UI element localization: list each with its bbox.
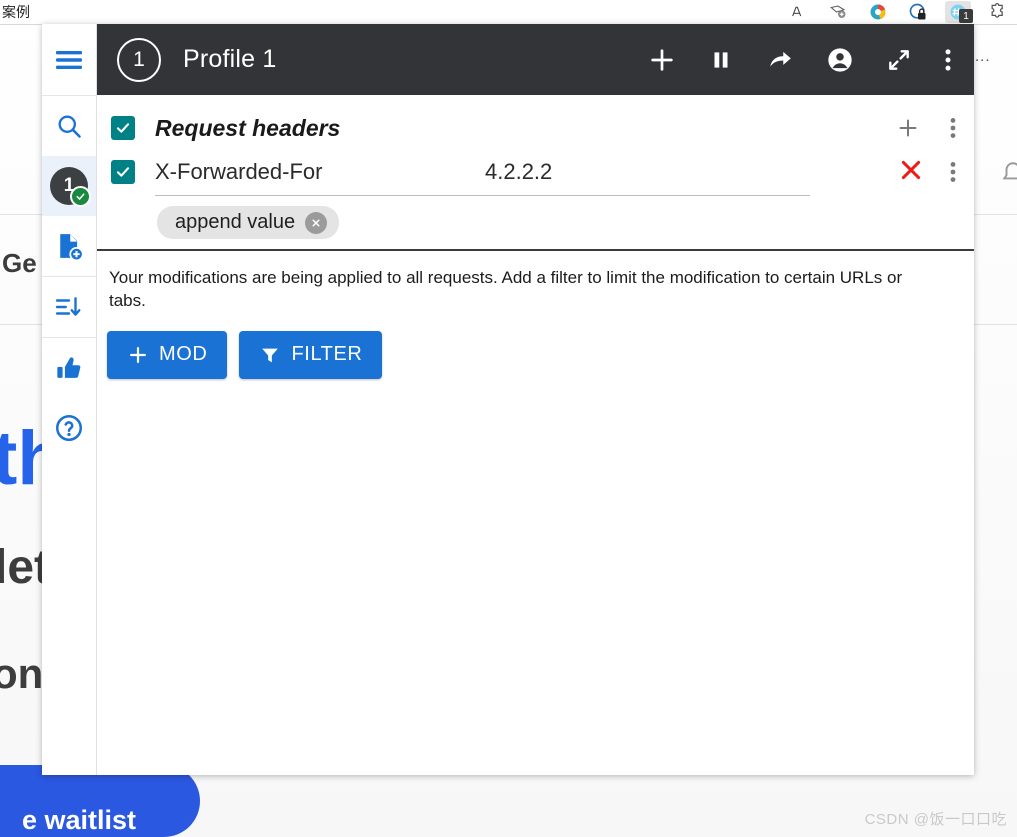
sidebar-item-add-profile[interactable]	[42, 216, 96, 276]
profile-number-label: 1	[133, 47, 145, 71]
sort-icon	[55, 297, 81, 316]
header-name-input[interactable]: X-Forwarded-For	[155, 159, 485, 185]
request-headers-title: Request headers	[155, 114, 341, 141]
add-filter-button-label: FILTER	[291, 343, 363, 366]
sidebar-item-sort[interactable]	[42, 277, 96, 337]
popup-content: 1 Profile 1 Request headers X-Forwarded-…	[97, 24, 974, 775]
profile-number-badge: 1	[117, 37, 161, 82]
profile-active-check-icon	[70, 186, 91, 207]
add-icon[interactable]	[648, 46, 676, 74]
popup-body: Request headers X-Forwarded-For 4.2.2.2 …	[97, 95, 974, 775]
header-row-actions	[898, 157, 956, 188]
modheader-popup: 1 1 Profile 1 Request headers X-Forwarde…	[42, 24, 974, 775]
add-profile-icon	[60, 234, 84, 261]
profile-badge: 1	[50, 167, 91, 207]
add-filter-button[interactable]: FILTER	[239, 330, 383, 379]
page-overflow-dots[interactable]: ...	[975, 48, 991, 65]
add-header-icon[interactable]	[896, 116, 920, 140]
plus-icon	[130, 346, 146, 363]
profile-title: Profile 1	[183, 45, 277, 73]
remove-chip-icon[interactable]	[305, 211, 328, 234]
thumbs-up-icon	[57, 357, 81, 378]
popup-titlebar: 1 Profile 1	[97, 24, 974, 95]
sidebar-item-help[interactable]	[42, 398, 96, 458]
browser-toolbar: 案例 1	[0, 0, 1017, 25]
modification-notice: Your modifications are being applied to …	[109, 268, 903, 310]
header-row: X-Forwarded-For 4.2.2.2	[111, 149, 956, 195]
help-icon	[56, 415, 82, 441]
header-value-input[interactable]: 4.2.2.2	[485, 159, 898, 185]
add-mod-button-label: MOD	[159, 343, 208, 366]
account-icon[interactable]	[826, 46, 854, 74]
add-mod-button[interactable]: MOD	[107, 330, 228, 379]
sidebar-item-menu[interactable]	[42, 24, 96, 96]
titlebar-actions	[648, 46, 956, 74]
collections-icon[interactable]	[825, 1, 851, 23]
puzzle-extension-icon[interactable]	[985, 1, 1011, 23]
filter-icon	[262, 348, 279, 363]
extension-icons: 1	[785, 0, 1017, 24]
browser-profile-icon[interactable]	[865, 1, 891, 23]
modheader-badge: 1	[959, 9, 973, 23]
append-value-chip-label: append value	[175, 211, 296, 233]
request-headers-section-row: Request headers	[111, 107, 956, 149]
header-enable-checkbox[interactable]	[111, 160, 135, 184]
action-buttons: MOD FILTER	[97, 313, 974, 379]
sidebar-item-search[interactable]	[42, 96, 96, 156]
search-icon	[58, 115, 81, 138]
menu-icon	[56, 50, 82, 69]
request-headers-more-icon[interactable]	[950, 117, 956, 139]
mods-section: Request headers X-Forwarded-For 4.2.2.2 …	[97, 95, 974, 251]
popup-sidebar: 1	[42, 24, 97, 775]
share-icon[interactable]	[766, 47, 794, 73]
delete-header-icon[interactable]	[898, 157, 924, 188]
page-text-ge: Ge	[2, 248, 37, 278]
shield-lock-icon[interactable]	[905, 1, 931, 23]
header-row-more-icon[interactable]	[950, 161, 956, 183]
request-headers-actions	[896, 116, 956, 140]
sidebar-item-rate[interactable]	[42, 338, 96, 398]
browser-tab[interactable]: 案例	[0, 0, 120, 24]
append-value-chip[interactable]: append value	[157, 206, 340, 239]
expand-icon[interactable]	[886, 47, 912, 73]
csdn-watermark: CSDN @饭一口口吃	[864, 811, 1007, 828]
read-aloud-icon[interactable]	[785, 1, 811, 23]
more-vert-icon[interactable]	[944, 47, 952, 73]
header-chip-row: append value	[111, 196, 956, 249]
waitlist-cta-label: e waitlist	[22, 805, 137, 835]
notification-bell-icon[interactable]	[1000, 160, 1017, 191]
sidebar-item-profile-1[interactable]: 1	[42, 156, 96, 216]
modheader-icon[interactable]: 1	[945, 1, 973, 23]
request-headers-enable-checkbox[interactable]	[111, 116, 135, 140]
pause-icon[interactable]	[708, 47, 734, 73]
browser-tab-label: 案例	[2, 4, 30, 20]
